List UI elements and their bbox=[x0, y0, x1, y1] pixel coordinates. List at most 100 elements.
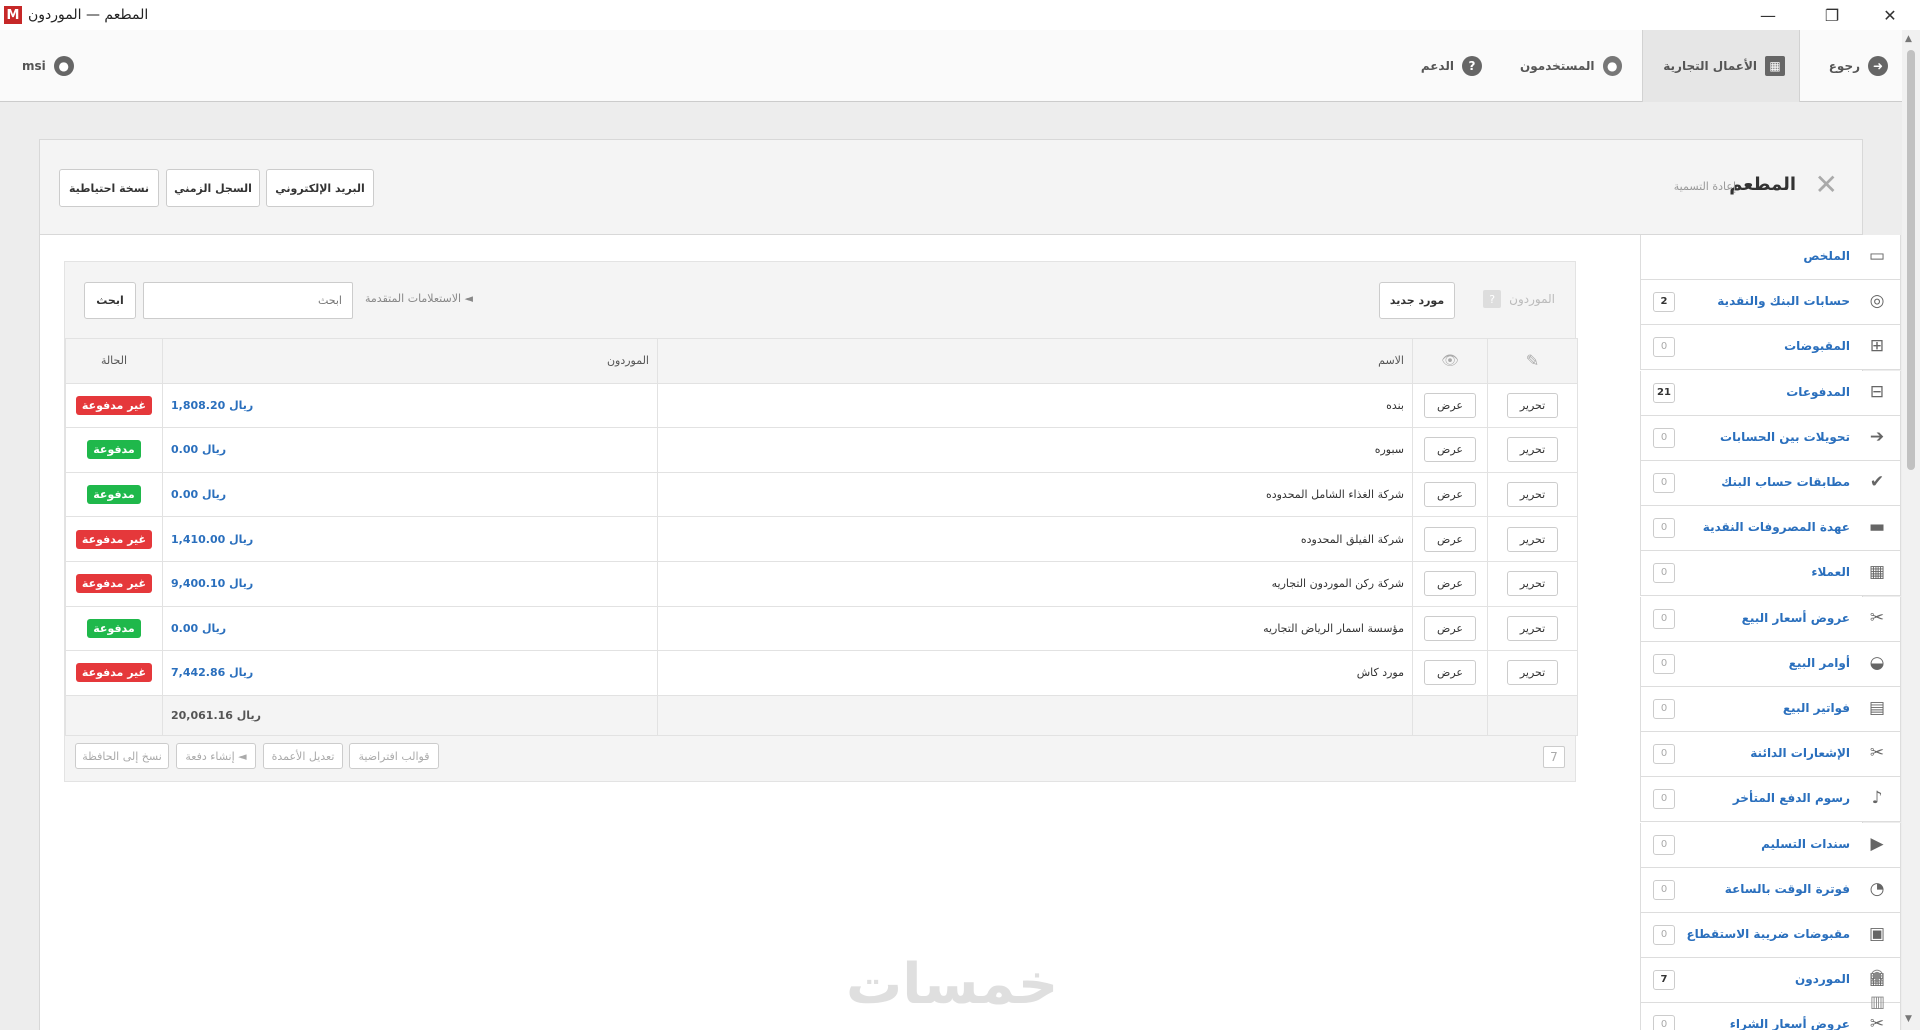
scroll-down-icon[interactable]: ▼ bbox=[1905, 1014, 1912, 1024]
supplier-balance[interactable]: ريال 9,400.10 bbox=[162, 560, 658, 607]
view-button[interactable]: عرض bbox=[1424, 482, 1476, 508]
sidebar-item[interactable]: ◔ فوترة الوقت بالساعة 0 bbox=[1640, 867, 1901, 913]
status-column-header[interactable]: الحالة bbox=[65, 338, 163, 384]
sidebar-item-label: سندات التسليم bbox=[1761, 836, 1850, 851]
scroll-thumb[interactable] bbox=[1907, 50, 1915, 470]
sidebar-item[interactable]: ◒ أوامر البيع 0 bbox=[1640, 641, 1901, 687]
tab-business[interactable]: ▦ الأعمال التجارية bbox=[1642, 30, 1800, 102]
edit-button[interactable]: تحرير bbox=[1506, 571, 1559, 597]
sidebar-item[interactable]: ▦ العملاء 0 bbox=[1640, 551, 1901, 597]
backup-button[interactable]: نسخة احتياطية bbox=[59, 169, 159, 207]
table-row: تحرير عرض سبوره ريال 0.00 مدفوعة bbox=[65, 427, 1578, 473]
sidebar-item[interactable]: ⊞ المقبوضات 0 bbox=[1640, 325, 1901, 371]
view-button[interactable]: عرض bbox=[1424, 437, 1476, 463]
sidebar-item[interactable]: ✂ عروض أسعار البيع 0 bbox=[1640, 596, 1901, 642]
search-input[interactable] bbox=[143, 282, 353, 319]
quote-icon: ✂ bbox=[1869, 607, 1885, 628]
name-column-header[interactable]: الاسم bbox=[657, 338, 1413, 384]
supplier-balance[interactable]: ريال 1,808.20 bbox=[162, 382, 658, 429]
advanced-queries-link[interactable]: ◄ الاستعلامات المتقدمة bbox=[365, 292, 473, 305]
sidebar-item-label: حسابات البنك والنقدية bbox=[1717, 294, 1850, 309]
new-supplier-button[interactable]: مورد جديد bbox=[1379, 282, 1455, 319]
batch-create-button[interactable]: ◄ إنشاء دفعة bbox=[176, 743, 256, 769]
edit-columns-button[interactable]: تعديل الأعمدة bbox=[263, 743, 343, 769]
rename-link[interactable]: إعادة التسمية bbox=[1674, 180, 1736, 193]
building-icon: ▦ bbox=[1765, 56, 1785, 76]
minimize-button[interactable]: — bbox=[1742, 0, 1794, 30]
controller-icon[interactable]: ◉ bbox=[1870, 965, 1894, 984]
sidebar-item-count: 0 bbox=[1653, 563, 1675, 584]
sidebar-item-label: المقبوضات bbox=[1784, 339, 1850, 354]
suppliers-title: الموردون bbox=[1509, 292, 1555, 306]
close-window-button[interactable]: ✕ bbox=[1864, 0, 1916, 30]
table-footer-bar: 7 نسخ إلى الحافظة ◄ إنشاء دفعة تعديل الأ… bbox=[65, 732, 1575, 782]
sidebar-item-count: 21 bbox=[1653, 382, 1675, 403]
sidebar-item[interactable]: ⊟ المدفوعات 21 bbox=[1640, 370, 1901, 416]
tab-support[interactable]: ? الدعم bbox=[1396, 30, 1496, 102]
sidebar-item[interactable]: ▭ الملخص bbox=[1640, 235, 1901, 280]
supplier-balance[interactable]: ريال 7,442.86 bbox=[162, 650, 658, 696]
sidebar-item[interactable]: ✔ مطابقات حساب البنك 0 bbox=[1640, 461, 1901, 506]
sidebar-item[interactable]: ▤ فواتير البيع 0 bbox=[1640, 687, 1901, 732]
total-amount: ريال 20,061.16 bbox=[162, 694, 658, 736]
search-button[interactable]: ابحث bbox=[84, 282, 136, 319]
sidebar-item-count: 0 bbox=[1653, 925, 1675, 945]
back-button[interactable]: ➜ رجوع bbox=[1802, 30, 1902, 102]
timeline-button[interactable]: السجل الزمني bbox=[166, 169, 260, 207]
watermark: خمسات bbox=[846, 952, 1059, 1017]
view-button[interactable]: عرض bbox=[1424, 615, 1476, 641]
sidebar-item-label: المدفوعات bbox=[1786, 384, 1850, 399]
supplier-balance[interactable]: ريال 0.00 bbox=[162, 427, 658, 473]
sidebar-item[interactable]: ▣ مقبوضات ضريبة الاستقطاع 0 bbox=[1640, 913, 1901, 958]
sidebar-item[interactable]: ▦ الموردون 7 bbox=[1640, 958, 1901, 1004]
wallet-icon: ▬ bbox=[1868, 517, 1886, 538]
window-title: المطعم — الموردون bbox=[28, 7, 149, 23]
supplier-balance[interactable]: ريال 0.00 bbox=[162, 605, 658, 652]
status-badge: مدفوعة bbox=[87, 485, 141, 505]
amount-column-header[interactable]: الموردون bbox=[162, 338, 658, 384]
sidebar: ▭ الملخص ◎ حسابات البنك والنقدية 2 ⊞ المقبوضات… bbox=[1640, 235, 1901, 1030]
sidebar-item[interactable]: ✂ الإشعارات الدائنة 0 bbox=[1640, 732, 1901, 778]
edit-button[interactable]: تحرير bbox=[1506, 660, 1559, 686]
help-icon[interactable]: ? bbox=[1483, 290, 1502, 308]
sidebar-item-count: 0 bbox=[1653, 518, 1675, 539]
vertical-scrollbar[interactable]: ▲ ▼ bbox=[1902, 30, 1920, 1030]
tab-users[interactable]: ● المستخدمون bbox=[1506, 30, 1636, 102]
supplier-balance[interactable]: ريال 1,410.00 bbox=[162, 516, 658, 562]
panel-icon[interactable]: ▥ bbox=[1870, 992, 1894, 1011]
supplier-name: شركة ركن الموردون التجاريه bbox=[657, 560, 1413, 607]
sidebar-item[interactable]: ▶ سندات التسليم 0 bbox=[1640, 822, 1901, 868]
copy-to-clipboard-button[interactable]: نسخ إلى الحافظة bbox=[75, 743, 169, 769]
suppliers-content: ابحث ◄ الاستعلامات المتقدمة مورد جديد ال… bbox=[64, 261, 1578, 782]
view-button[interactable]: عرض bbox=[1424, 392, 1476, 418]
default-templates-button[interactable]: قوالب افتراضية bbox=[349, 743, 439, 769]
sidebar-item-label: عهدة المصروفات النقدية bbox=[1702, 520, 1850, 535]
sidebar-item-count: 0 bbox=[1653, 789, 1675, 810]
sidebar-item-count: 0 bbox=[1653, 879, 1675, 900]
purchase-quote-icon: ✂ bbox=[1869, 1014, 1885, 1030]
email-button[interactable]: البريد الإلكتروني bbox=[266, 169, 374, 207]
sidebar-item[interactable]: ➔ تحويلات بين الحسابات 0 bbox=[1640, 415, 1901, 461]
scroll-up-icon[interactable]: ▲ bbox=[1905, 34, 1912, 44]
close-business-icon[interactable]: ✕ bbox=[1815, 168, 1838, 201]
sidebar-item[interactable]: ◎ حسابات البنك والنقدية 2 bbox=[1640, 280, 1901, 326]
view-button[interactable]: عرض bbox=[1424, 660, 1476, 686]
invoice-icon: ▤ bbox=[1868, 698, 1886, 718]
sidebar-item[interactable]: ✂ عروض أسعار الشراء 0 bbox=[1640, 1003, 1901, 1030]
edit-button[interactable]: تحرير bbox=[1506, 615, 1559, 641]
edit-button[interactable]: تحرير bbox=[1506, 482, 1559, 508]
sidebar-item-label: فوترة الوقت بالساعة bbox=[1724, 881, 1850, 896]
edit-button[interactable]: تحرير bbox=[1506, 526, 1559, 552]
supplier-balance[interactable]: ريال 0.00 bbox=[162, 471, 658, 518]
user-menu[interactable]: msi ● bbox=[8, 30, 98, 102]
view-button[interactable]: عرض bbox=[1424, 526, 1476, 552]
users-icon: ● bbox=[1602, 56, 1622, 76]
sidebar-item-count: 0 bbox=[1653, 337, 1675, 358]
sidebar-item[interactable]: ♪ رسوم الدفع المتأخر 0 bbox=[1640, 777, 1901, 823]
view-button[interactable]: عرض bbox=[1424, 571, 1476, 597]
maximize-button[interactable]: ❐ bbox=[1806, 0, 1858, 30]
transfer-icon: ➔ bbox=[1869, 426, 1885, 447]
sidebar-item[interactable]: ▬ عهدة المصروفات النقدية 0 bbox=[1640, 506, 1901, 552]
edit-button[interactable]: تحرير bbox=[1506, 392, 1559, 418]
edit-button[interactable]: تحرير bbox=[1506, 437, 1559, 463]
